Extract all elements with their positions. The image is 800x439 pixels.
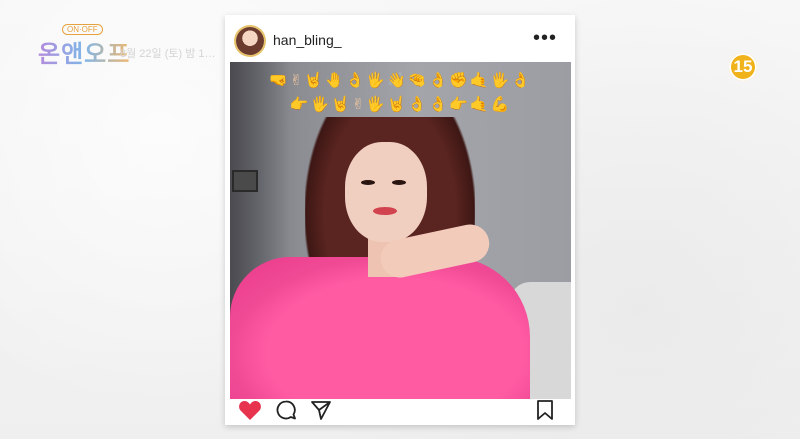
age-rating-badge: 15 (729, 53, 757, 81)
photo-person-face (345, 142, 427, 242)
instagram-post-card: han_bling_ ••• 🤜✌🤘🤚👌🖐👋🤏👌✊🤙🖐👌 👉🖐🤘✌🖐🤘👌👌👉🤙💪 (225, 15, 575, 425)
post-actions (225, 398, 575, 425)
photo-person-eye-right (392, 180, 406, 185)
show-logo: ON·OFF 온앤오프 8월 22일 (토) 밤 1… (38, 24, 238, 68)
avatar[interactable] (236, 27, 264, 55)
post-username[interactable]: han_bling_ (273, 32, 342, 48)
photo-person-eye-left (361, 180, 375, 185)
hand-emoji-row: 👉🖐🤘✌🖐🤘👌👌👉🤙💪 (289, 95, 512, 113)
share-icon[interactable] (309, 398, 333, 422)
photo-wall-switch (232, 170, 258, 192)
post-photo[interactable]: 🤜✌🤘🤚👌🖐👋🤏👌✊🤙🖐👌 👉🖐🤘✌🖐🤘👌👌👉🤙💪 (230, 62, 571, 399)
broadcast-schedule: 8월 22일 (토) 밤 1… (120, 48, 216, 60)
heart-icon[interactable] (237, 398, 263, 422)
show-title: 온앤오프 (38, 34, 130, 69)
photo-person-blouse (230, 257, 530, 399)
comment-icon[interactable] (274, 398, 298, 422)
hand-emoji-row: 🤜✌🤘🤚👌🖐👋🤏👌✊🤙🖐👌 (269, 71, 532, 89)
bookmark-icon[interactable] (534, 398, 556, 422)
photo-person-lips (373, 207, 397, 215)
post-header: han_bling_ ••• (225, 15, 575, 65)
hand-emoji-overlay: 🤜✌🤘🤚👌🖐👋🤏👌✊🤙🖐👌 👉🖐🤘✌🖐🤘👌👌👉🤙💪 (230, 62, 571, 116)
more-options-icon[interactable]: ••• (533, 28, 557, 48)
